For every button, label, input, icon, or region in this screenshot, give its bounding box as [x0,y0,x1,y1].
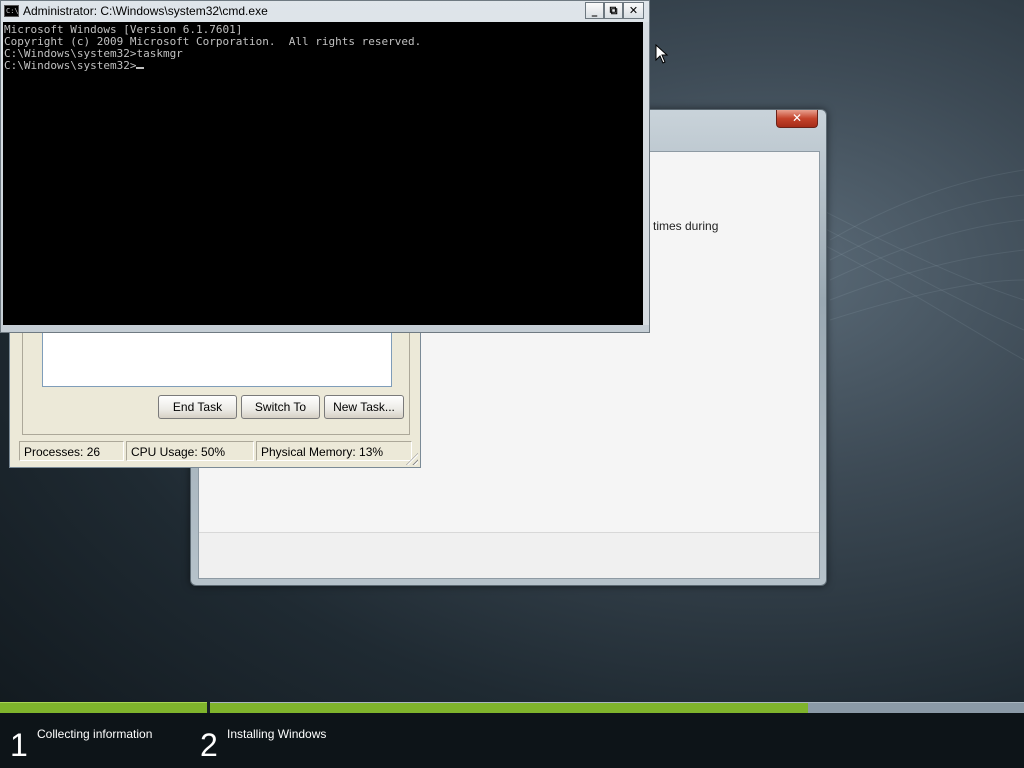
cmd-window: C:\ Administrator: C:\Windows\system32\c… [0,0,650,333]
console-scrollbar[interactable] [643,22,649,325]
processes-count: Processes: 26 [19,441,124,461]
cpu-usage: CPU Usage: 50% [126,441,254,461]
progress-stage-2 [210,702,1024,713]
minimize-button[interactable]: _ [585,2,604,19]
console-output[interactable]: Microsoft Windows [Version 6.1.7601] Copy… [3,22,643,325]
progress-stage-1 [0,702,207,713]
step-label: Collecting information [37,727,153,741]
text-cursor [136,67,145,69]
cmd-window-title: Administrator: C:\Windows\system32\cmd.e… [23,4,268,18]
new-task-button[interactable]: New Task... [324,395,404,419]
switch-to-button[interactable]: Switch To [241,395,320,419]
install-steps: 1 Collecting information 2 Installing Wi… [0,713,1024,768]
setup-close-button[interactable]: ✕ [776,110,818,128]
install-progress-bar [0,702,1024,713]
restore-button[interactable]: ⧉ [604,2,623,19]
step-number: 1 [10,727,28,763]
task-manager-status-bar: Processes: 26 CPU Usage: 50% Physical Me… [16,441,416,463]
cmd-console-icon: C:\ [4,5,19,17]
physical-memory: Physical Memory: 13% [256,441,412,461]
progress-stage-2-fill [210,703,809,713]
setup-description-text: l times during [647,219,719,233]
step-number: 2 [200,727,218,763]
setup-footer [199,532,819,578]
mouse-pointer-icon [655,44,669,64]
console-line: C:\Windows\system32> [4,60,643,72]
end-task-button[interactable]: End Task [158,395,237,419]
close-button[interactable]: ✕ [623,2,644,19]
cmd-titlebar[interactable]: C:\ Administrator: C:\Windows\system32\c… [1,1,649,22]
step-label: Installing Windows [227,727,327,741]
